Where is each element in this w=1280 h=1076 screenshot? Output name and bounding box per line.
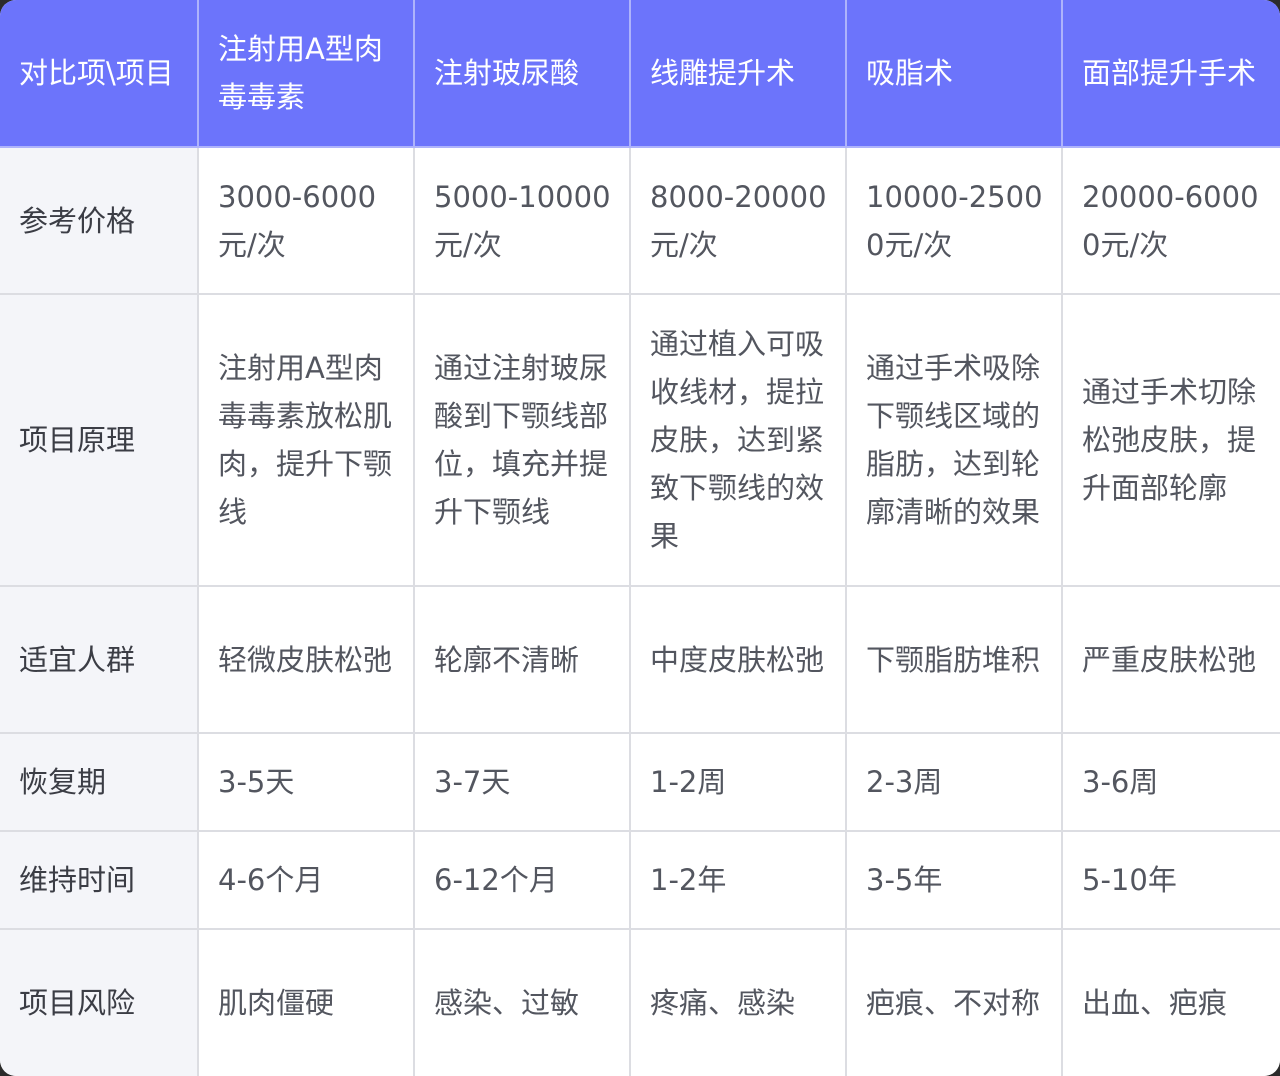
table-cell: 轻微皮肤松弛 (197, 585, 415, 734)
header-botox: 注射用A型肉毒毒素 (197, 0, 415, 148)
table-cell: 严重皮肤松弛 (1061, 585, 1280, 734)
table-cell: 10000-25000元/次 (845, 146, 1063, 295)
table-row-risk: 项目风险 肌肉僵硬 感染、过敏 疼痛、感染 疤痕、不对称 出血、疤痕 (0, 928, 1280, 1076)
header-facelift: 面部提升手术 (1061, 0, 1280, 148)
table-cell: 5000-10000元/次 (413, 146, 631, 295)
table-cell: 3-6周 (1061, 732, 1280, 832)
table-cell: 下颚脂肪堆积 (845, 585, 1063, 734)
table-row-principle: 项目原理 注射用A型肉毒毒素放松肌肉，提升下颚线 通过注射玻尿酸到下颚线部位，填… (0, 293, 1280, 587)
table-cell: 注射用A型肉毒毒素放松肌肉，提升下颚线 (197, 293, 415, 587)
table-cell: 3-7天 (413, 732, 631, 832)
row-label-duration: 维持时间 (0, 830, 199, 930)
table-cell: 5-10年 (1061, 830, 1280, 930)
table-row-price: 参考价格 3000-6000元/次 5000-10000元/次 8000-200… (0, 146, 1280, 295)
row-label-suitable-group: 适宜人群 (0, 585, 199, 734)
table-cell: 感染、过敏 (413, 928, 631, 1076)
row-label-price: 参考价格 (0, 146, 199, 295)
row-label-recovery: 恢复期 (0, 732, 199, 832)
table-cell: 6-12个月 (413, 830, 631, 930)
table-row-suitable-group: 适宜人群 轻微皮肤松弛 轮廓不清晰 中度皮肤松弛 下颚脂肪堆积 严重皮肤松弛 (0, 585, 1280, 734)
table-cell: 疤痕、不对称 (845, 928, 1063, 1076)
header-row: 对比项\项目 注射用A型肉毒毒素 注射玻尿酸 线雕提升术 吸脂术 面部提升手术 (0, 0, 1280, 148)
table-cell: 通过手术吸除下颚线区域的脂肪，达到轮廓清晰的效果 (845, 293, 1063, 587)
table-cell: 2-3周 (845, 732, 1063, 832)
header-corner-cell: 对比项\项目 (0, 0, 199, 148)
table-cell: 1-2年 (629, 830, 847, 930)
table-cell: 通过手术切除松弛皮肤，提升面部轮廓 (1061, 293, 1280, 587)
table-cell: 8000-20000元/次 (629, 146, 847, 295)
comparison-table-container: 对比项\项目 注射用A型肉毒毒素 注射玻尿酸 线雕提升术 吸脂术 面部提升手术 … (0, 0, 1280, 1076)
table-cell: 3-5天 (197, 732, 415, 832)
table-cell: 3-5年 (845, 830, 1063, 930)
table-cell: 中度皮肤松弛 (629, 585, 847, 734)
table-row-duration: 维持时间 4-6个月 6-12个月 1-2年 3-5年 5-10年 (0, 830, 1280, 930)
table-row-recovery: 恢复期 3-5天 3-7天 1-2周 2-3周 3-6周 (0, 732, 1280, 832)
table-cell: 疼痛、感染 (629, 928, 847, 1076)
table-cell: 通过注射玻尿酸到下颚线部位，填充并提升下颚线 (413, 293, 631, 587)
table-cell: 通过植入可吸收线材，提拉皮肤，达到紧致下颚线的效果 (629, 293, 847, 587)
table-cell: 20000-60000元/次 (1061, 146, 1280, 295)
table-cell: 肌肉僵硬 (197, 928, 415, 1076)
table-cell: 4-6个月 (197, 830, 415, 930)
header-thread-lift: 线雕提升术 (629, 0, 847, 148)
table-cell: 3000-6000元/次 (197, 146, 415, 295)
row-label-risk: 项目风险 (0, 928, 199, 1076)
comparison-table: 对比项\项目 注射用A型肉毒毒素 注射玻尿酸 线雕提升术 吸脂术 面部提升手术 … (0, 0, 1280, 1076)
header-hyaluronic-acid: 注射玻尿酸 (413, 0, 631, 148)
table-cell: 出血、疤痕 (1061, 928, 1280, 1076)
table-cell: 轮廓不清晰 (413, 585, 631, 734)
row-label-principle: 项目原理 (0, 293, 199, 587)
header-liposuction: 吸脂术 (845, 0, 1063, 148)
table-cell: 1-2周 (629, 732, 847, 832)
